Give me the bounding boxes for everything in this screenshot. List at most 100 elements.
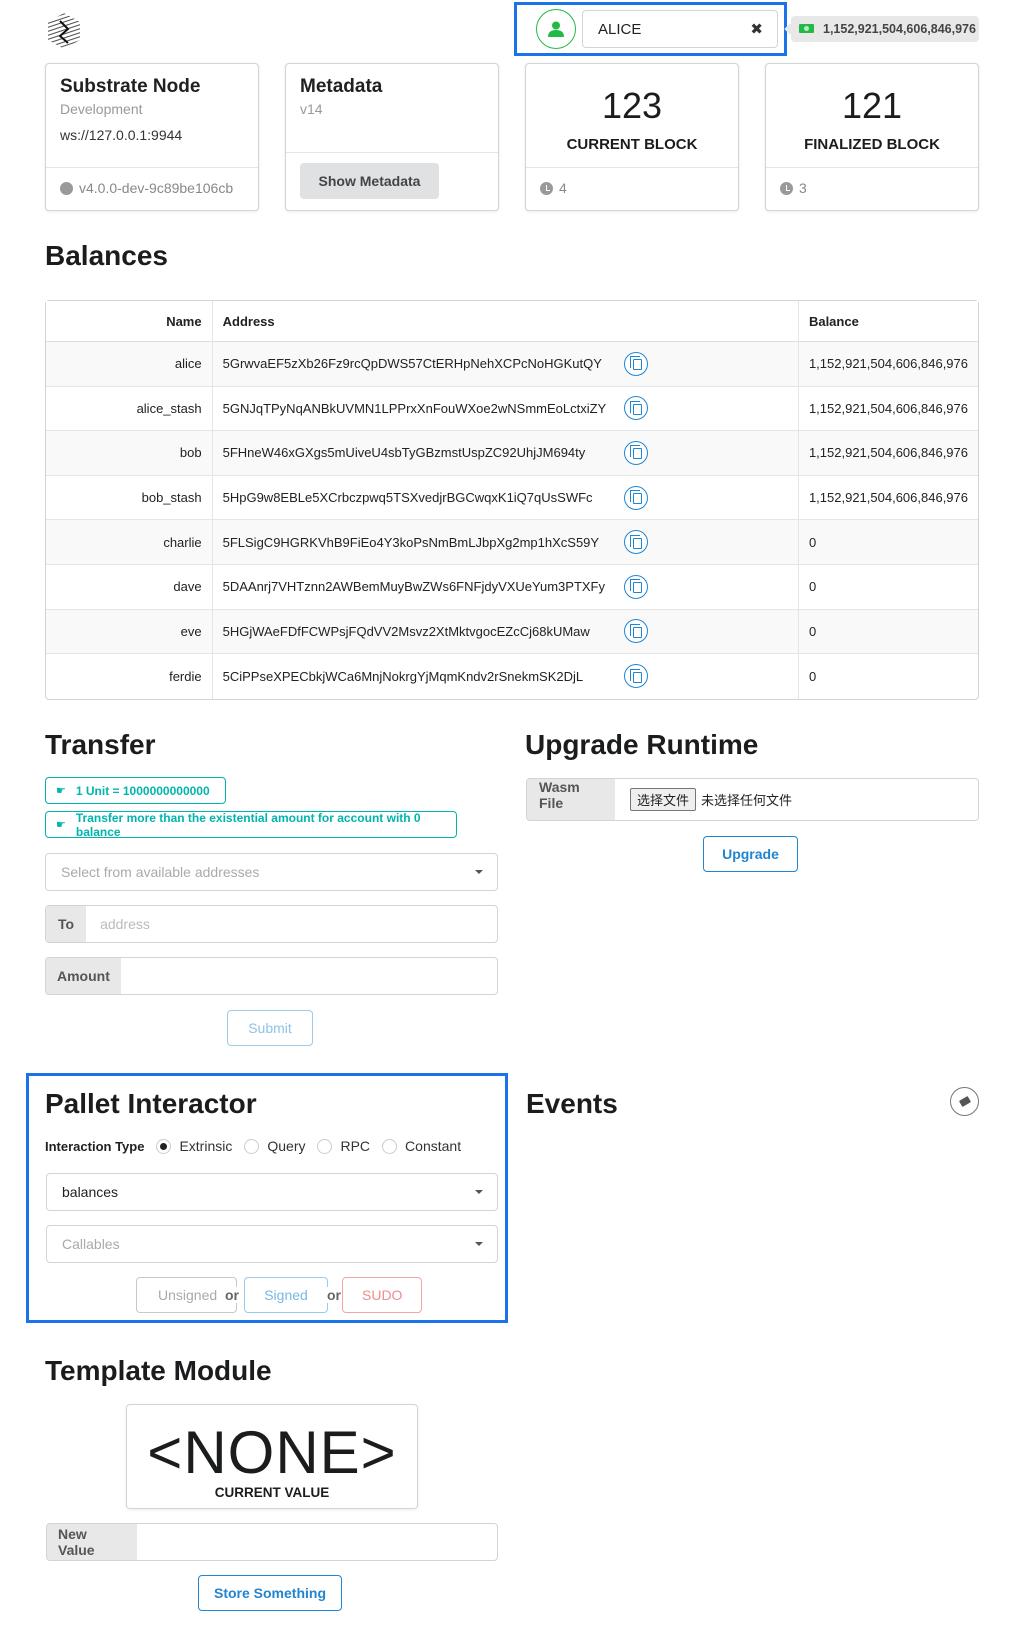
show-metadata-button[interactable]: Show Metadata [300,163,439,199]
account-address: 5DAAnrj7VHTznn2AWBemMuyBwZWs6FNFjdyVXUeY… [212,565,617,610]
or-separator: or [225,1287,239,1303]
column-header-name: Name [46,301,213,342]
account-name: bob_stash [46,475,213,521]
column-header-balance: Balance [798,301,978,342]
account-address: 5HGjWAeFDfFCWPsjFQdVV2Msvz2XtMktvgocEZcC… [212,609,617,655]
metadata-card: Metadata v14 Show Metadata [285,63,499,211]
copy-address-button[interactable] [624,485,649,510]
pallet-selected: balances [62,1184,119,1200]
current-value: <NONE> [147,1419,397,1486]
account-name: bob [46,431,213,476]
upgrade-button[interactable]: Upgrade [703,836,798,872]
current-block-value: 123 [601,85,663,126]
current-block-label: CURRENT BLOCK [566,136,698,153]
radio-extrinsic[interactable] [156,1138,172,1154]
new-value-input[interactable] [137,1524,497,1560]
upgrade-runtime-title: Upgrade Runtime [525,729,759,760]
account-name: dave [46,564,213,610]
node-name: Substrate Node [60,76,201,97]
finalized-block-card: 121 FINALIZED BLOCK 3 [765,63,979,211]
radio-query[interactable] [244,1138,260,1154]
table-row: charlie 5FLSigC9HGRKVhB9FiEo4Y3koPsNmBmLJ… [46,520,978,565]
unsigned-button[interactable]: Unsigned [136,1277,237,1313]
copy-address-button[interactable] [624,664,649,689]
signed-button[interactable]: Signed [244,1277,328,1313]
events-title: Events [526,1088,618,1119]
account-balance: 1,152,921,504,606,846,976 [798,431,978,476]
account-name: charlie [46,520,213,565]
to-label: To [46,906,87,942]
table-row: dave 5DAAnrj7VHTznn2AWBemMuyBwZWs6FNFjdyV… [46,564,978,610]
close-icon[interactable]: ✖ [750,20,763,38]
to-address-input[interactable] [86,906,497,942]
table-row: bob 5FHneW46xGXgs5mUiveU4sbTyGBzmstUspZC9… [46,431,978,476]
copy-icon [629,534,642,549]
account-address: 5FHneW46xGXgs5mUiveU4sbTyGBzmstUspZC92Uh… [212,431,617,476]
account-balance: 0 [808,668,817,684]
node-version: v4.0.0-dev-9c89be106cb [79,180,234,196]
from-address-dropdown[interactable]: Select from available addresses [45,853,498,891]
current-block-timer: 4 [559,180,567,196]
chevron-down-icon [475,1190,483,1194]
callables-dropdown[interactable]: Callables [46,1225,498,1263]
store-something-button[interactable]: Store Something [198,1575,342,1611]
copy-icon [629,623,642,638]
account-balance: 1,152,921,504,606,846,976 [798,387,978,432]
hand-point-right-icon: ☛ [56,819,66,831]
copy-icon [629,445,642,460]
chevron-down-icon [475,1242,483,1246]
eraser-icon [958,1095,971,1108]
node-endpoint: ws://127.0.0.1:9944 [60,127,183,143]
copy-address-button[interactable] [624,440,649,465]
choose-file-button[interactable]: 选择文件 [630,788,697,811]
pallet-dropdown[interactable]: balances [46,1173,498,1211]
clear-events-button[interactable] [950,1087,979,1116]
copy-address-button[interactable] [624,530,649,555]
table-row: ferdie 5CiPPseXPECbkjWCa6MnjNokrgYjMqmKnd… [46,654,978,699]
copy-address-button[interactable] [624,574,649,599]
node-info-card: Substrate Node Development ws://127.0.0.… [45,63,259,211]
finalized-block-value: 121 [841,85,903,126]
sudo-button[interactable]: SUDO [342,1277,422,1313]
copy-address-button[interactable] [624,396,649,421]
or-separator: or [324,1287,344,1303]
submit-transfer-button[interactable]: Submit [227,1010,313,1046]
pallet-interactor-title: Pallet Interactor [45,1088,257,1119]
account-name: eve [46,609,213,655]
radio-constant[interactable] [382,1138,398,1154]
money-bill-icon [799,24,814,33]
finalized-block-label: FINALIZED BLOCK [804,136,940,153]
interaction-type-label: Interaction Type [45,1138,145,1154]
transfer-title: Transfer [45,729,156,760]
gear-icon [60,181,73,195]
account-name: alice [46,342,213,387]
new-value-label: New Value [47,1524,137,1560]
copy-icon [629,400,642,415]
current-value-label: CURRENT VALUE [214,1485,330,1500]
existential-info-label: ☛ Transfer more than the existential amo… [45,811,457,839]
balances-table: Name Address Balance alice 5GrwvaEF5zXb26… [45,300,979,700]
transaction-buttons: Unsigned or Signed or SUDO [136,1277,422,1313]
copy-address-button[interactable] [624,351,649,376]
account-avatar[interactable] [536,9,576,49]
template-module-title: Template Module [45,1355,272,1386]
wasm-file-field: Wasm File 选择文件 未选择任何文件 [526,778,979,821]
user-icon [548,21,564,37]
amount-field: Amount [45,957,498,995]
account-balance: 0 [798,609,978,655]
current-block-card: 123 CURRENT BLOCK 4 [525,63,739,211]
account-balance: 0 [798,565,978,610]
account-name: ferdie [46,654,213,699]
current-value-card: <NONE> CURRENT VALUE [126,1404,418,1509]
amount-label: Amount [46,958,121,994]
clock-icon [780,181,793,195]
account-dropdown[interactable]: ALICE ✖ [582,10,778,48]
account-balance: 0 [798,520,978,565]
account-balance-label: 1,152,921,504,606,846,976 [791,16,979,42]
account-address: 5GrwvaEF5zXb26Fz9rcQpDWS57CtERHpNehXCPcN… [212,342,617,387]
unit-info-label: ☛ 1 Unit = 1000000000000 [45,777,226,804]
amount-input[interactable] [120,958,497,994]
radio-rpc[interactable] [317,1138,333,1154]
copy-address-button[interactable] [624,619,649,644]
new-value-field: New Value [46,1523,498,1561]
